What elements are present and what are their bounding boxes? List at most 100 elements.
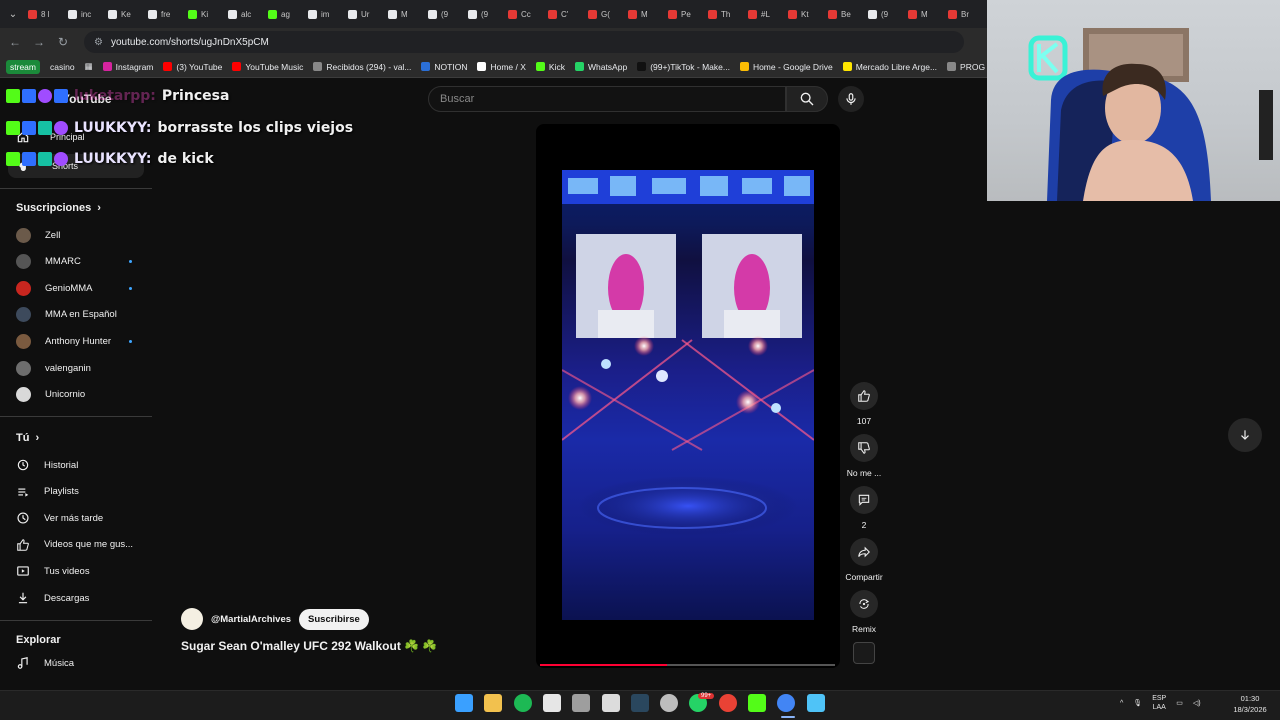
address-bar[interactable]: ⚙ youtube.com/shorts/ugJnDnX5pCM (84, 31, 964, 53)
bookmark-item[interactable]: Recibidos (294) - val... (313, 62, 411, 72)
channel-name[interactable]: @MartialArchives (211, 614, 291, 625)
site-info-icon[interactable]: ⚙ (94, 37, 103, 48)
browser-tab[interactable]: inc (64, 3, 102, 25)
bookmark-item[interactable]: (3) YouTube (163, 62, 222, 72)
bookmark-item[interactable]: (99+)TikTok - Make... (637, 62, 730, 72)
voice-search-button[interactable] (838, 86, 864, 112)
sound-source-thumbnail[interactable] (853, 642, 875, 664)
browser-tab[interactable]: #L (744, 3, 782, 25)
chat-message: LUUKKYY: de kick (6, 151, 214, 167)
bookmark-favicon-icon (574, 62, 584, 71)
subscription-item[interactable]: Anthony Hunter (16, 330, 146, 352)
terminal-icon[interactable] (601, 694, 620, 712)
bookmark-item[interactable]: casino (50, 62, 75, 72)
bookmark-item[interactable]: Home - Google Drive (739, 62, 833, 72)
spotify-icon[interactable] (513, 694, 532, 712)
browser-tab[interactable]: Be (824, 3, 862, 25)
browser-tab[interactable]: alc (224, 3, 262, 25)
browser-tab[interactable]: 8 l (24, 3, 62, 25)
browser-tab[interactable]: M (624, 3, 662, 25)
browser-tab[interactable]: fre (144, 3, 182, 25)
tab-search-button[interactable]: ⌄ (4, 9, 22, 20)
browser-tab[interactable]: im (304, 3, 342, 25)
share-button[interactable]: Compartir (842, 538, 886, 582)
like-button[interactable]: 107 (842, 382, 886, 426)
sidebar-item-label: Historial (44, 459, 79, 471)
sidebar-item-music[interactable]: Música (16, 652, 146, 674)
store-icon[interactable] (542, 694, 561, 712)
browser-tab[interactable]: M (904, 3, 942, 25)
forward-button[interactable]: → (32, 35, 46, 49)
bookmark-favicon-icon (313, 62, 323, 71)
channel-avatar[interactable] (181, 608, 203, 630)
subscription-item[interactable]: Zell (16, 224, 146, 246)
browser-tab[interactable]: (9 (464, 3, 502, 25)
subscribe-button[interactable]: Suscribirse (299, 608, 369, 630)
microphone-tray-icon[interactable]: 🎙 (1133, 699, 1142, 707)
kick-icon[interactable] (748, 694, 766, 712)
bookmark-item[interactable]: Mercado Libre Arge... (842, 62, 937, 72)
search-input[interactable]: Buscar (428, 86, 786, 112)
bookmark-item[interactable]: Home / X (477, 62, 526, 72)
you-heading[interactable]: Tú › (16, 432, 39, 444)
sidebar-item-playlists[interactable]: Playlists (16, 481, 146, 503)
settings-icon[interactable] (660, 694, 679, 712)
browser-tab[interactable]: Th (704, 3, 742, 25)
browser-tab[interactable]: Pe (664, 3, 702, 25)
subscription-item[interactable]: Unicornio (16, 384, 146, 406)
sidebar-item-history[interactable]: Historial (16, 454, 146, 476)
subscription-item[interactable]: MMARC (16, 251, 146, 273)
browser-tab[interactable]: (9 (864, 3, 902, 25)
bookmark-item[interactable]: Instagram (102, 62, 153, 72)
next-short-button[interactable] (1228, 418, 1262, 452)
steam-icon[interactable] (630, 694, 649, 712)
dislike-button[interactable]: No me ... (842, 434, 886, 478)
bookmark-item[interactable]: stream (6, 59, 40, 74)
comments-button[interactable]: 2 (842, 486, 886, 530)
browser-tab[interactable]: C' (544, 3, 582, 25)
chevron-up-icon[interactable]: ^ (1120, 700, 1123, 707)
browser-tab[interactable]: Br (944, 3, 982, 25)
back-button[interactable]: ← (8, 35, 22, 49)
apps-grid-icon[interactable]: ▦ (85, 61, 93, 72)
sidebar-item-watch-later[interactable]: Ver más tarde (16, 507, 146, 529)
bookmark-item[interactable]: YouTube Music (232, 62, 303, 72)
reload-button[interactable]: ↻ (56, 35, 70, 49)
subscription-item[interactable]: MMA en Español (16, 304, 146, 326)
browser-tab[interactable]: Cc (504, 3, 542, 25)
notepad-icon[interactable] (806, 694, 825, 712)
chrome-icon[interactable] (718, 694, 737, 712)
bookmark-item[interactable]: NOTION (421, 62, 467, 72)
language-indicator[interactable]: ESP LAA (1152, 694, 1166, 712)
browser-tab[interactable]: Ki (184, 3, 222, 25)
browser-tab[interactable]: (9 (424, 3, 462, 25)
sidebar-item-label: Videos que me gus... (44, 539, 134, 551)
subscriptions-heading-label: Suscripciones (16, 202, 92, 214)
calculator-icon[interactable] (572, 694, 591, 712)
chat-badges (6, 121, 68, 135)
bookmark-item[interactable]: WhatsApp (574, 62, 627, 72)
short-title[interactable]: Sugar Sean O'malley UFC 292 Walkout ☘️ ☘… (181, 639, 437, 653)
bookmark-item[interactable]: Kick (535, 62, 565, 72)
sidebar-item-liked-videos[interactable]: Videos que me gus... (16, 534, 146, 556)
start-button[interactable] (455, 694, 473, 712)
browser-tab[interactable]: Kt (784, 3, 822, 25)
search-button[interactable] (786, 86, 828, 112)
network-icon[interactable]: ▭ (1176, 699, 1183, 707)
browser-tab[interactable]: ag (264, 3, 302, 25)
sidebar-item-your-videos[interactable]: Tus videos (16, 560, 146, 582)
browser-tab[interactable]: Ur (344, 3, 382, 25)
browser-tab[interactable]: M (384, 3, 422, 25)
sidebar-item-downloads[interactable]: Descargas (16, 587, 146, 609)
subscription-item[interactable]: GenioMMA (16, 277, 146, 299)
short-video-frame[interactable] (562, 170, 814, 620)
remix-button[interactable]: Remix (842, 590, 886, 634)
bookmark-item[interactable]: PROG (947, 62, 985, 72)
subscription-item[interactable]: valenganin (16, 357, 146, 379)
subscriptions-heading[interactable]: Suscripciones › (16, 202, 101, 214)
volume-icon[interactable]: ◁) (1193, 699, 1201, 707)
taskbar-clock[interactable]: 01:30 18/3/2026 (1228, 693, 1272, 715)
browser-tab[interactable]: G( (584, 3, 622, 25)
file-explorer-icon[interactable] (484, 694, 503, 712)
browser-tab[interactable]: Ke (104, 3, 142, 25)
